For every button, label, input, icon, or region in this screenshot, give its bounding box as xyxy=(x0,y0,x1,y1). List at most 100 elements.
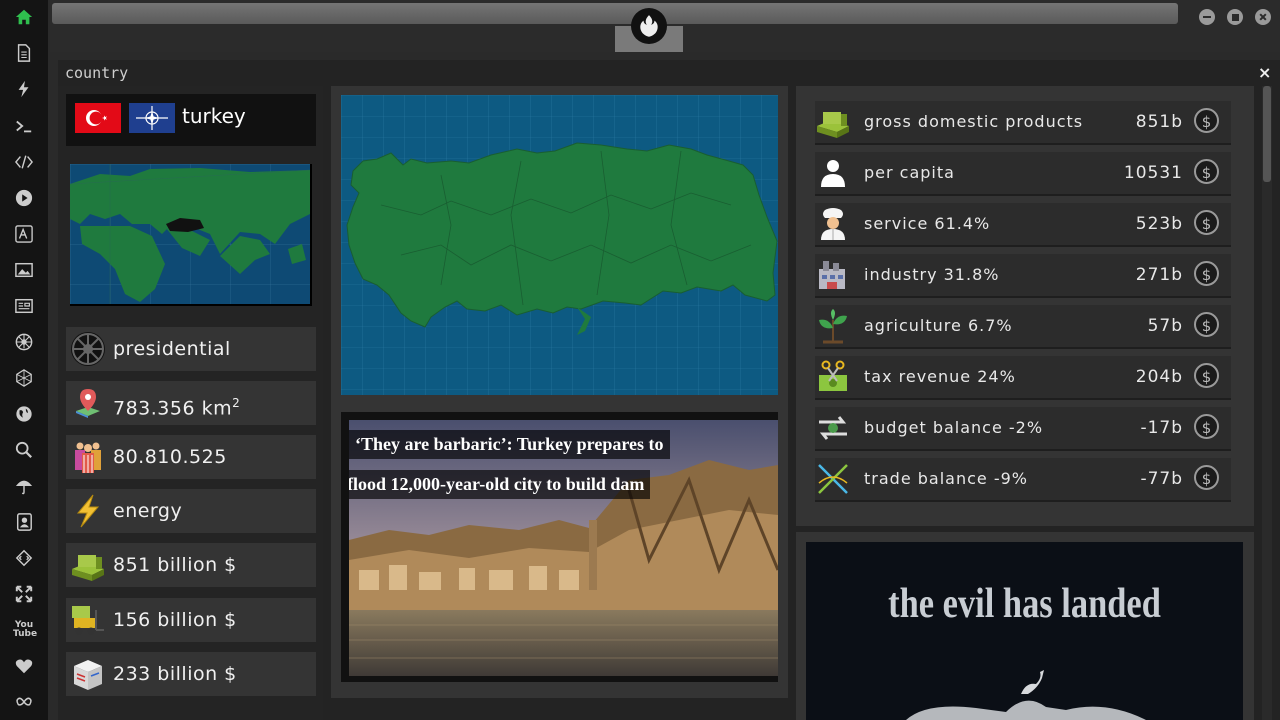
expand-icon[interactable] xyxy=(13,583,35,605)
nato-flag-icon xyxy=(129,103,175,133)
econ-row-budget-balance[interactable]: budget balance -2% -17b $ xyxy=(815,407,1231,451)
document-icon[interactable] xyxy=(13,42,35,64)
turkey-flag-icon xyxy=(75,103,121,133)
country-area-text: 783.356 km2 xyxy=(113,381,240,430)
econ-label: trade balance -9% xyxy=(864,469,1028,488)
gdp-text: 851 billion $ xyxy=(113,554,237,576)
econ-value: 57b xyxy=(1147,316,1183,336)
contact-icon[interactable] xyxy=(13,511,35,533)
econ-row-per-capita[interactable]: per capita 10531 $ xyxy=(815,152,1231,196)
dollar-icon[interactable]: $ xyxy=(1194,261,1219,286)
rebel-alliance-icon[interactable] xyxy=(631,8,667,44)
gdp-stat: 851 billion $ xyxy=(66,543,316,587)
translate-icon[interactable] xyxy=(13,223,35,245)
exports-text: 156 billion $ xyxy=(113,609,237,631)
infinity-icon[interactable] xyxy=(13,691,35,713)
econ-value: -17b xyxy=(1140,418,1183,438)
country-name: turkey xyxy=(182,104,246,128)
scrollbar-thumb[interactable] xyxy=(1263,86,1271,182)
cargo-box-icon xyxy=(70,656,106,692)
econ-value: 271b xyxy=(1135,265,1183,285)
dollar-icon[interactable]: $ xyxy=(1194,414,1219,439)
tax-scissors-icon xyxy=(815,359,851,395)
econ-row-gdp[interactable]: gross domestic products 851b $ xyxy=(815,101,1231,145)
econ-row-tax-revenue[interactable]: tax revenue 24% 204b $ xyxy=(815,356,1231,400)
money-stack-icon xyxy=(815,104,851,140)
dollar-icon[interactable]: $ xyxy=(1194,108,1219,133)
econ-label: service 61.4% xyxy=(864,214,991,233)
econ-label: agriculture 6.7% xyxy=(864,316,1013,335)
country-area: 783.356 km2 xyxy=(66,381,316,425)
diamond-code-icon[interactable] xyxy=(13,547,35,569)
globe-wire-icon[interactable] xyxy=(13,367,35,389)
plant-icon xyxy=(815,308,851,344)
exports-stat: 156 billion $ xyxy=(66,598,316,642)
dollar-icon[interactable]: $ xyxy=(1194,312,1219,337)
econ-value: -77b xyxy=(1140,469,1183,489)
umbrella-icon[interactable] xyxy=(13,475,35,497)
dollar-icon[interactable]: $ xyxy=(1194,159,1219,184)
bolt-icon[interactable] xyxy=(13,78,35,100)
left-sidebar: You Tube xyxy=(0,0,48,720)
econ-label: budget balance -2% xyxy=(864,418,1044,437)
country-population: 80.810.525 xyxy=(66,435,316,479)
forklift-icon xyxy=(70,602,106,638)
map-pin-icon xyxy=(70,385,106,421)
world-minimap[interactable] xyxy=(70,164,312,306)
econ-label: industry 31.8% xyxy=(864,265,1000,284)
maximize-button[interactable] xyxy=(1227,9,1243,25)
econ-row-service[interactable]: service 61.4% 523b $ xyxy=(815,203,1231,247)
imports-text: 233 billion $ xyxy=(113,663,237,685)
search-icon[interactable] xyxy=(13,439,35,461)
trade-cross-icon xyxy=(815,461,851,497)
econ-value: 523b xyxy=(1135,214,1183,234)
address-bar[interactable] xyxy=(52,3,1178,24)
dollar-icon[interactable]: $ xyxy=(1194,363,1219,388)
econ-value: 10531 xyxy=(1123,163,1183,183)
news-card[interactable]: ‘They are barbaric’: Turkey prepares to … xyxy=(341,412,778,682)
globe-icon[interactable] xyxy=(13,403,35,425)
government-type-text: presidential xyxy=(113,338,231,360)
econ-row-industry[interactable]: industry 31.8% 271b $ xyxy=(815,254,1231,298)
window-title: country xyxy=(65,64,129,82)
heart-icon[interactable] xyxy=(13,655,35,677)
budget-arrows-icon xyxy=(815,410,851,446)
news-photo: ‘They are barbaric’: Turkey prepares to … xyxy=(349,420,778,676)
imports-stat: 233 billion $ xyxy=(66,652,316,696)
population-text: 80.810.525 xyxy=(113,446,227,468)
youtube-label: You Tube xyxy=(13,620,38,639)
news-headline-line-2: flood 12,000-year-old city to build dam xyxy=(349,470,651,499)
person-icon xyxy=(815,155,851,191)
movie-poster[interactable]: the evil has landed xyxy=(806,542,1243,720)
energy-text: energy xyxy=(113,500,183,522)
dollar-icon[interactable]: $ xyxy=(1194,210,1219,235)
terminal-icon[interactable] xyxy=(13,115,35,137)
dollar-icon[interactable]: $ xyxy=(1194,465,1219,490)
chef-icon xyxy=(815,206,851,242)
econ-row-trade-balance[interactable]: trade balance -9% -77b $ xyxy=(815,458,1231,502)
news-headline-line-1: ‘They are barbaric’: Turkey prepares to xyxy=(349,430,670,459)
energy-stat: energy xyxy=(66,489,316,533)
country-map[interactable] xyxy=(341,95,778,395)
code-icon[interactable] xyxy=(13,151,35,173)
area-value: 783.356 km xyxy=(113,397,233,420)
money-stack-icon xyxy=(70,547,106,583)
econ-label: gross domestic products xyxy=(864,112,1084,131)
image-icon[interactable] xyxy=(13,259,35,281)
econ-row-agriculture[interactable]: agriculture 6.7% 57b $ xyxy=(815,305,1231,349)
factory-icon xyxy=(815,257,851,293)
government-type: presidential xyxy=(66,327,316,371)
poster-artwork xyxy=(906,670,1146,720)
econ-value: 851b xyxy=(1135,112,1183,132)
home-icon[interactable] xyxy=(13,6,35,28)
minimize-button[interactable] xyxy=(1199,9,1215,25)
close-app-button[interactable] xyxy=(1255,9,1271,25)
area-unit-exponent: 2 xyxy=(232,396,241,410)
window-close-button[interactable]: × xyxy=(1258,63,1271,82)
econ-value: 204b xyxy=(1135,367,1183,387)
youtube-icon[interactable]: You Tube xyxy=(13,619,38,641)
play-icon[interactable] xyxy=(13,187,35,209)
news-icon[interactable] xyxy=(13,295,35,317)
empire-icon[interactable] xyxy=(13,331,35,353)
population-icon xyxy=(70,439,106,475)
